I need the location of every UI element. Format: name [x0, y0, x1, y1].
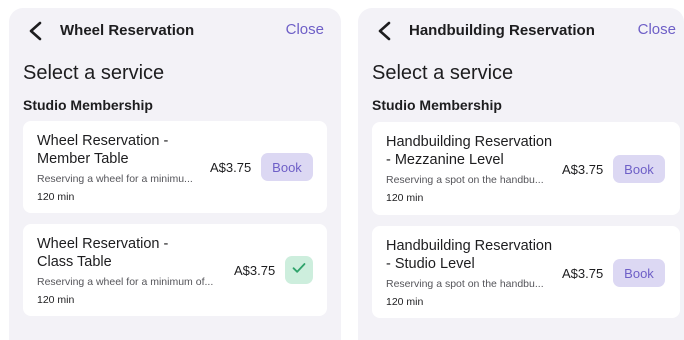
chevron-left-icon[interactable]	[26, 20, 46, 42]
service-card-studio-level[interactable]: Handbuilding Reservation - Studio Level …	[372, 226, 680, 318]
book-button[interactable]: Book	[261, 153, 313, 181]
handbuilding-reservation-panel: Handbuilding Reservation Close Select a …	[358, 8, 684, 340]
header-title: Wheel Reservation	[60, 22, 195, 39]
service-price: A$3.75	[562, 162, 604, 177]
service-duration: 120 min	[37, 191, 75, 203]
service-duration: 120 min	[386, 296, 424, 308]
service-name: Handbuilding Reservation - Mezzanine Lev…	[386, 134, 553, 168]
service-duration: 120 min	[386, 192, 424, 204]
section-title: Studio Membership	[23, 97, 153, 113]
checkmark-icon	[292, 261, 306, 279]
chevron-left-icon[interactable]	[375, 20, 395, 42]
service-card-mezzanine-level[interactable]: Handbuilding Reservation - Mezzanine Lev…	[372, 122, 680, 215]
page-title: Select a service	[23, 62, 165, 84]
selected-checkmark-button[interactable]	[285, 256, 313, 284]
page-title: Select a service	[372, 62, 514, 84]
service-description: Reserving a wheel for a minimum of...	[37, 276, 214, 288]
service-duration: 120 min	[37, 294, 75, 306]
service-card-member-table[interactable]: Wheel Reservation - Member Table Reservi…	[23, 121, 327, 213]
book-button[interactable]: Book	[613, 259, 665, 287]
panel-header: Handbuilding Reservation Close	[358, 8, 684, 52]
service-description: Reserving a spot on the handbu...	[386, 174, 544, 186]
wheel-reservation-panel: Wheel Reservation Close Select a service…	[9, 8, 341, 340]
service-name: Wheel Reservation - Member Table	[37, 133, 169, 167]
close-button[interactable]: Close	[638, 21, 676, 38]
service-description: Reserving a spot on the handbu...	[386, 278, 544, 290]
service-name: Handbuilding Reservation - Studio Level	[386, 238, 553, 272]
service-card-class-table[interactable]: Wheel Reservation - Class Table Reservin…	[23, 224, 327, 316]
book-button[interactable]: Book	[613, 155, 665, 183]
close-button[interactable]: Close	[286, 21, 324, 38]
service-description: Reserving a wheel for a minimu...	[37, 173, 193, 185]
section-title: Studio Membership	[372, 97, 502, 113]
header-title: Handbuilding Reservation	[409, 22, 595, 39]
service-name: Wheel Reservation - Class Table	[37, 236, 169, 270]
service-price: A$3.75	[562, 266, 604, 281]
panel-header: Wheel Reservation Close	[9, 8, 341, 52]
service-price: A$3.75	[210, 160, 252, 175]
service-price: A$3.75	[234, 263, 276, 278]
